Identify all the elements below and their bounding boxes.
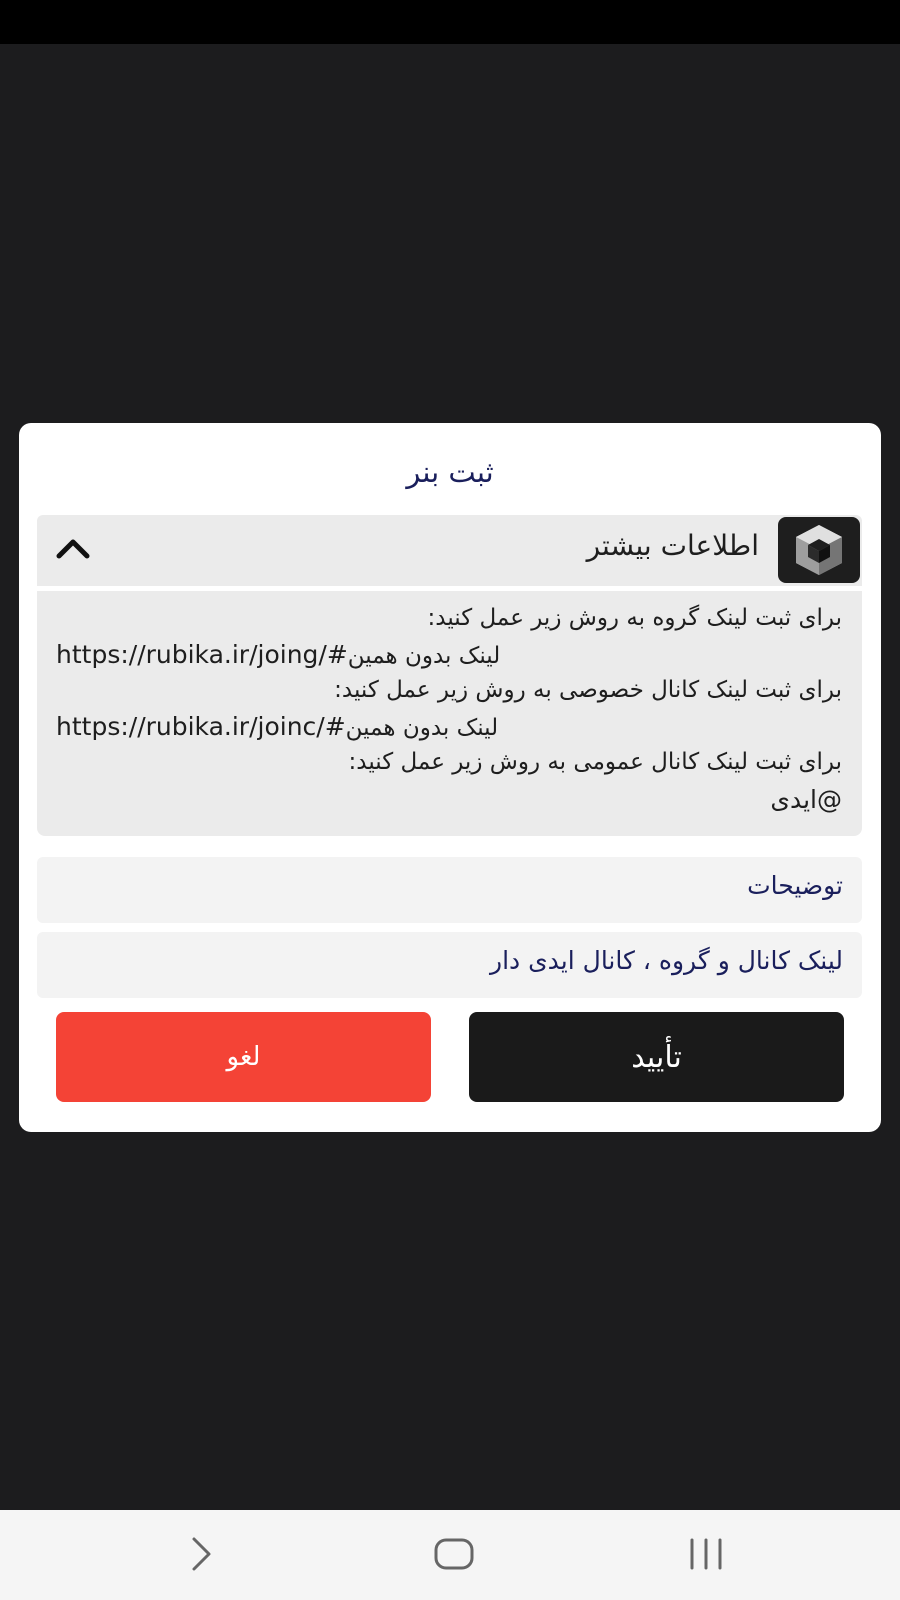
home-icon[interactable] [433,1532,475,1576]
more-info-header[interactable]: اطلاعات بیشتر [37,515,862,586]
description-field[interactable]: توضیحات [37,857,862,923]
confirm-button[interactable]: تأیید [469,1012,844,1102]
info-line-public-channel-id: @ایدی [770,785,842,814]
description-placeholder: توضیحات [747,871,843,900]
status-bar [0,0,900,44]
back-icon[interactable] [186,1532,216,1576]
chevron-up-icon[interactable] [55,533,91,563]
more-info-title: اطلاعات بیشتر [586,529,759,562]
private-channel-url-text: https://rubika.ir/joinc/# [56,712,346,741]
cube-logo-icon [796,525,842,575]
dialog-title: ثبت بنر [406,455,494,489]
recents-icon[interactable] [686,1532,726,1576]
system-nav-bar [0,1510,900,1600]
link-field[interactable]: لینک کانال و گروه ، کانال ایدی دار [37,932,862,998]
info-line-group-url: https://rubika.ir/joing/#لینک بدون همین [56,640,500,669]
info-line-private-channel-url: https://rubika.ir/joinc/#لینک بدون همین [56,712,498,741]
link-placeholder: لینک کانال و گروه ، کانال ایدی دار [490,946,843,975]
group-url-suffix: لینک بدون همین [347,643,501,669]
register-banner-dialog: ثبت بنر اطلاعات بیشتر برای ثبت لینک گروه… [19,423,881,1132]
info-line-private-channel-instruction: برای ثبت لینک کانال خصوصی به روش زیر عمل… [334,677,842,703]
info-line-group-instruction: برای ثبت لینک گروه به روش زیر عمل کنید: [427,605,842,631]
more-info-body: برای ثبت لینک گروه به روش زیر عمل کنید: … [37,591,862,836]
private-channel-url-suffix: لینک بدون همین [345,715,499,741]
app-logo [778,517,860,583]
group-url-text: https://rubika.ir/joing/# [56,640,348,669]
cancel-button[interactable]: لغو [56,1012,431,1102]
info-line-public-channel-instruction: برای ثبت لینک کانال عمومی به روش زیر عمل… [348,749,842,775]
